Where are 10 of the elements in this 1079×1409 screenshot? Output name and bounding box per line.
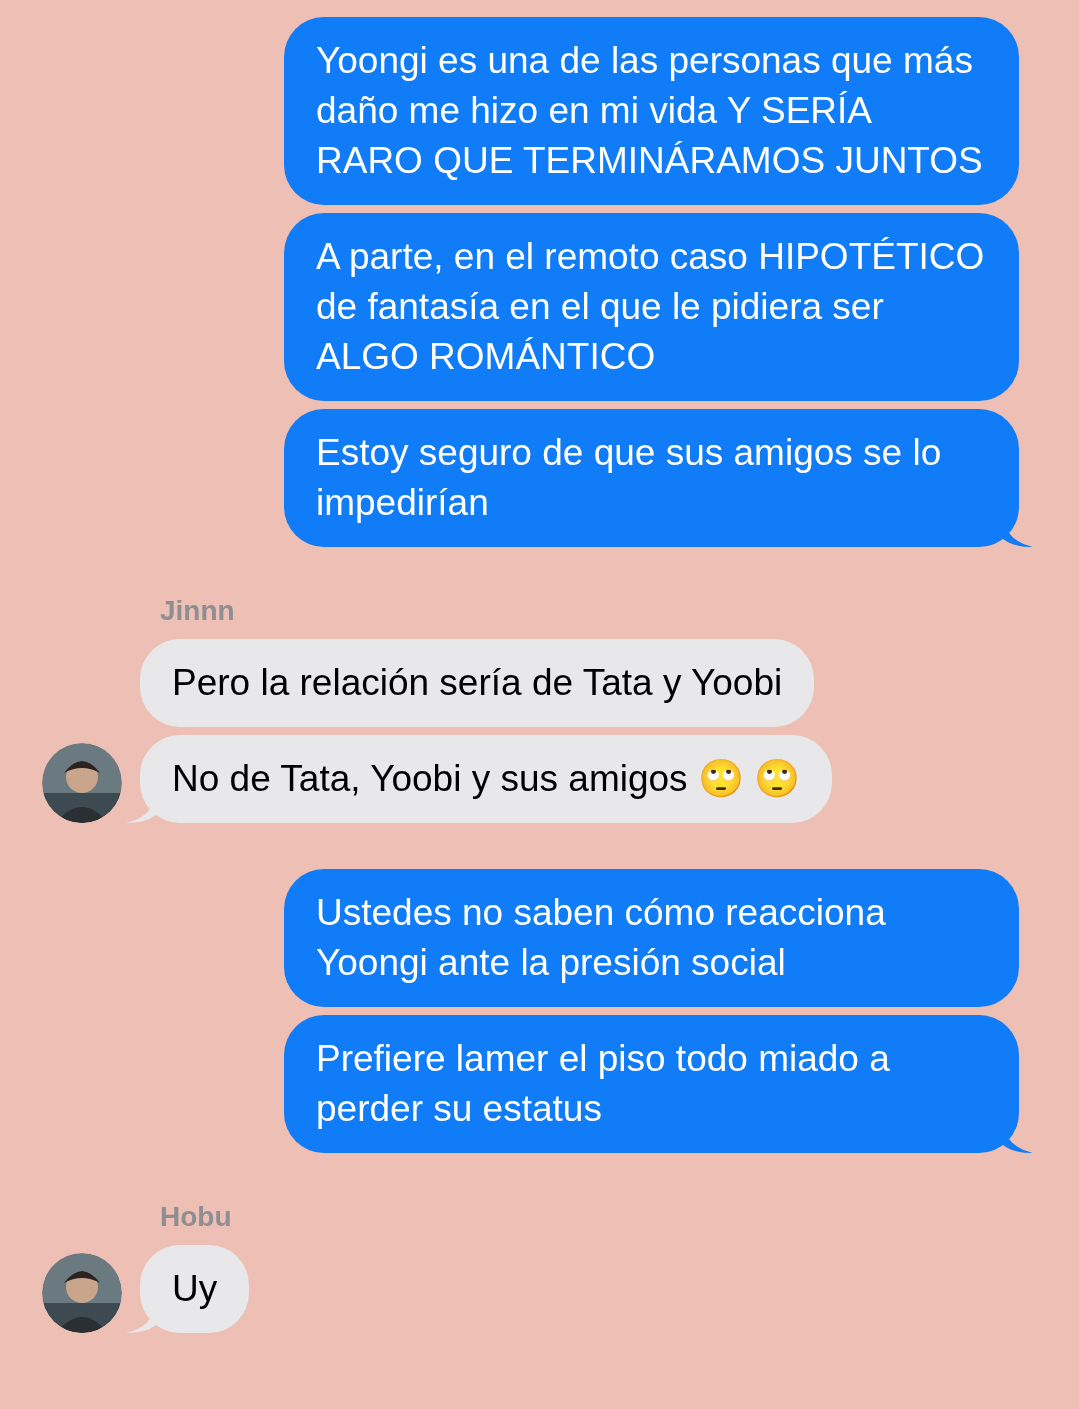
sender-name: Jinnn xyxy=(160,594,236,628)
message-bubble: Prefiere lamer el piso todo miado a perder su estatus xyxy=(284,1015,1019,1153)
message-bubble: No de Tata, Yoobi y sus amigos 🙄 🙄 xyxy=(140,735,833,823)
message-bubble: Yoongi es una de las personas que más daño me hizo en mi vida Y SERÍA RARO QUE TERMINÁRAMOS JUNTOS xyxy=(284,17,1019,205)
message-bubble: Pero la relación sería de Tata y Yoobi xyxy=(140,639,815,727)
message-bubble: Estoy seguro de que sus amigos se lo impedirían xyxy=(284,409,1019,547)
message-bubble: A parte, en el remoto caso HIPOTÉTICO de fantasía en el que le pidiera ser ALGO ROMÁNTICO xyxy=(284,213,1019,401)
sender-name: Hobu xyxy=(160,1200,233,1234)
message-bubble: Uy xyxy=(140,1245,250,1333)
message-bubble: Ustedes no saben cómo reacciona Yoongi ante la presión social xyxy=(284,869,1019,1007)
